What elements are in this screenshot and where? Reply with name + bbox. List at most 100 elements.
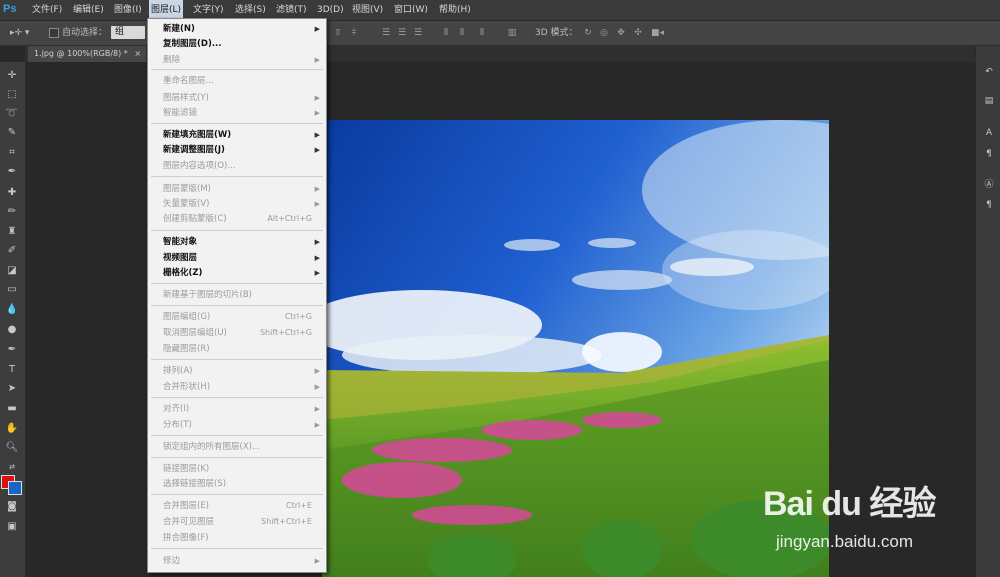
menu-item-new[interactable]: 新建(N) ▶ [148, 21, 326, 37]
menu-item-layer-content-options[interactable]: 图层内容选项(O)... [148, 158, 326, 174]
eyedropper-tool-icon[interactable]: ✒ [4, 164, 20, 180]
character-panel-icon[interactable]: A [982, 126, 996, 140]
menu-help[interactable]: 帮助(H) [437, 0, 473, 20]
menu-item-new-adjustment-layer[interactable]: 新建调整图层(J) ▶ [148, 142, 326, 158]
submenu-arrow-icon: ▶ [314, 383, 320, 391]
submenu-arrow-icon: ▶ [314, 238, 320, 246]
menu-item-ungroup-layers[interactable]: 取消图层编组(U) Shift+Ctrl+G [148, 325, 326, 341]
auto-select-dropdown[interactable]: 组 [111, 26, 145, 39]
3d-slide-icon[interactable]: ✣ [633, 28, 643, 38]
distribute-left-icon[interactable]: ⫴ [441, 28, 451, 38]
3d-roll-icon[interactable]: ◎ [599, 28, 609, 38]
quick-select-tool-icon[interactable]: ✎ [4, 125, 20, 141]
dodge-tool-icon[interactable]: ● [4, 322, 20, 338]
distribute-top-icon[interactable]: ☰ [381, 28, 391, 38]
menu-item-group-layers[interactable]: 图层编组(G) Ctrl+G [148, 309, 326, 325]
type-tool-icon[interactable]: T [4, 362, 20, 378]
close-tab-icon[interactable]: × [134, 49, 141, 58]
menu-item-matting[interactable]: 修边 ▶ [148, 553, 326, 569]
blur-tool-icon[interactable]: 💧 [4, 302, 20, 318]
menu-select[interactable]: 选择(S) [233, 0, 268, 20]
history-brush-tool-icon[interactable]: ✐ [4, 243, 20, 259]
watermark-url: jingyan.baidu.com [776, 532, 914, 551]
move-tool-preset-icon[interactable]: ▸✛ ▾ [10, 21, 29, 45]
align-vcenter-icon[interactable]: ⫩ [349, 28, 359, 38]
menu-item-merge-layers[interactable]: 合并图层(E) Ctrl+E [148, 498, 326, 514]
distribute-bottom-icon[interactable]: ☰ [413, 28, 423, 38]
background-color-swatch[interactable] [8, 481, 22, 495]
auto-align-icon[interactable]: ▥ [507, 28, 517, 38]
crop-tool-icon[interactable]: ⌗ [4, 145, 20, 161]
menu-item-rename-layer[interactable]: 重命名图层... [148, 73, 326, 89]
hand-tool-icon[interactable]: ✋ [4, 421, 20, 437]
menu-item-align[interactable]: 对齐(I) ▶ [148, 401, 326, 417]
3d-rotate-icon[interactable]: ↻ [583, 28, 593, 38]
properties-panel-icon[interactable]: ▤ [982, 94, 996, 108]
submenu-arrow-icon: ▶ [314, 146, 320, 154]
document-tab[interactable]: 1.jpg @ 100%(RGB/8) * × [28, 46, 146, 62]
menu-separator [151, 435, 323, 436]
menu-item-duplicate-layer[interactable]: 复制图层(D)... [148, 36, 326, 52]
distribute-right-icon[interactable]: ⫴ [477, 28, 487, 38]
menu-3d[interactable]: 3D(D) [315, 0, 346, 20]
menu-item-delete[interactable]: 删除 ▶ [148, 52, 326, 68]
menu-item-flatten-image[interactable]: 拼合图像(F) [148, 530, 326, 546]
clone-stamp-tool-icon[interactable]: ♜ [4, 224, 20, 240]
move-tool-icon[interactable]: ✛ [4, 68, 20, 84]
menu-item-layer-mask[interactable]: 图层蒙版(M) ▶ [148, 181, 326, 197]
gradient-tool-icon[interactable]: ▭ [4, 282, 20, 298]
eraser-tool-icon[interactable]: ◪ [4, 263, 20, 279]
menu-type[interactable]: 文字(Y) [191, 0, 226, 20]
3d-scale-icon[interactable]: ■◂ [651, 28, 664, 38]
menu-window[interactable]: 窗口(W) [392, 0, 430, 20]
menu-item-hide-layers[interactable]: 隐藏图层(R) [148, 341, 326, 357]
healing-brush-tool-icon[interactable]: ✚ [4, 185, 20, 201]
paragraph-styles-icon[interactable]: ¶ [982, 198, 996, 212]
swap-colors-icon[interactable]: ⇄ [4, 459, 20, 475]
history-panel-icon[interactable]: ↶ [982, 65, 996, 79]
menu-item-link-layers[interactable]: 链接图层(K) [148, 461, 326, 477]
quick-mask-icon[interactable]: ◙ [4, 499, 20, 515]
menu-item-smart-object[interactable]: 智能对象 ▶ [148, 234, 326, 250]
paragraph-panel-icon[interactable]: ¶ [982, 147, 996, 161]
menu-separator [151, 305, 323, 306]
menu-separator [151, 123, 323, 124]
menu-item-distribute[interactable]: 分布(T) ▶ [148, 417, 326, 433]
path-select-tool-icon[interactable]: ➤ [4, 381, 20, 397]
brush-tool-icon[interactable]: ✏ [4, 204, 20, 220]
zoom-tool-icon[interactable]: 🔍︎ [4, 440, 20, 456]
menu-item-rasterize[interactable]: 栅格化(Z) ▶ [148, 265, 326, 281]
align-top-icon[interactable]: ⫪ [333, 28, 343, 38]
menu-view[interactable]: 视图(V) [350, 0, 385, 20]
menu-item-smart-filter[interactable]: 智能滤镜 ▶ [148, 105, 326, 121]
menu-image[interactable]: 图像(I) [112, 0, 144, 20]
menu-file[interactable]: 文件(F) [30, 0, 64, 20]
menu-item-create-clipping-mask[interactable]: 创建剪贴蒙版(C) Alt+Ctrl+G [148, 211, 326, 227]
menu-layer[interactable]: 图层(L) [149, 0, 184, 20]
menu-item-vector-mask[interactable]: 矢量蒙版(V) ▶ [148, 196, 326, 212]
menu-item-new-fill-layer[interactable]: 新建填充图层(W) ▶ [148, 127, 326, 143]
auto-select-checkbox[interactable] [49, 28, 59, 38]
menu-separator [151, 397, 323, 398]
menu-item-merge-visible[interactable]: 合并可见图层 Shift+Ctrl+E [148, 514, 326, 530]
distribute-vcenter-icon[interactable]: ☰ [397, 28, 407, 38]
screen-mode-icon[interactable]: ▣ [4, 519, 20, 535]
distribute-hcenter-icon[interactable]: ⫴ [457, 28, 467, 38]
shape-tool-icon[interactable]: ▬ [4, 401, 20, 417]
menu-item-combine-shapes[interactable]: 合并形状(H) ▶ [148, 379, 326, 395]
menu-item-lock-all-layers-in-group[interactable]: 锁定组内的所有图层(X)... [148, 439, 326, 455]
menu-item-new-layer-based-slice[interactable]: 新建基于图层的切片(B) [148, 287, 326, 303]
menu-item-arrange[interactable]: 排列(A) ▶ [148, 363, 326, 379]
marquee-tool-icon[interactable]: ⬚ [4, 87, 20, 103]
document-image[interactable] [322, 120, 829, 577]
menu-item-select-linked-layers[interactable]: 选择链接图层(S) [148, 476, 326, 492]
pen-tool-icon[interactable]: ✒ [4, 342, 20, 358]
lasso-tool-icon[interactable]: ➰ [4, 106, 20, 122]
3d-pan-icon[interactable]: ✥ [616, 28, 626, 38]
character-styles-icon[interactable]: Ⓐ [982, 178, 996, 192]
submenu-arrow-icon: ▶ [314, 557, 320, 565]
menu-edit[interactable]: 编辑(E) [71, 0, 106, 20]
menu-filter[interactable]: 滤镜(T) [274, 0, 309, 20]
menu-item-layer-style[interactable]: 图层样式(Y) ▶ [148, 90, 326, 106]
menu-item-video-layers[interactable]: 视频图层 ▶ [148, 250, 326, 266]
